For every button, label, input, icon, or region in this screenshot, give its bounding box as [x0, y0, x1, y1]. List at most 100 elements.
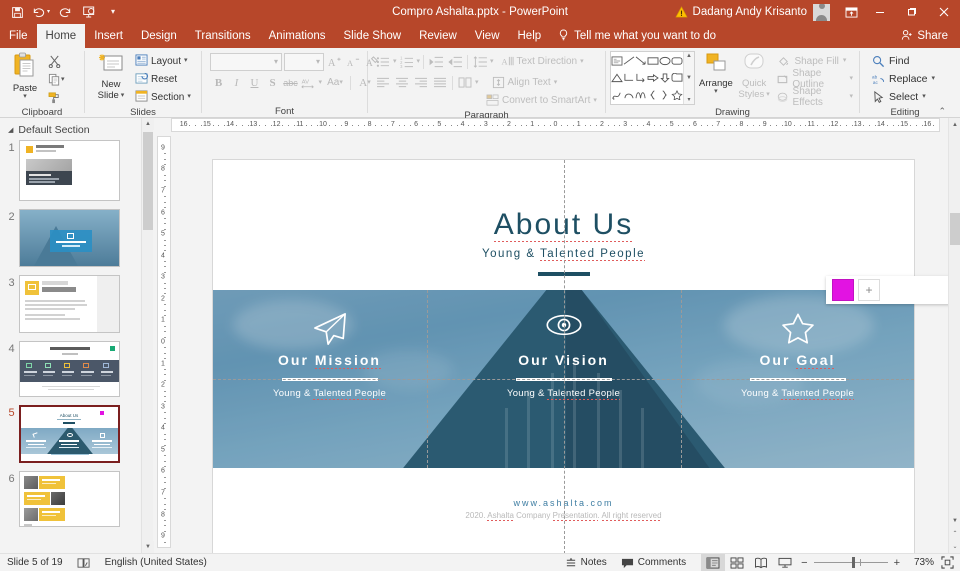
slide-editing-surface[interactable]: About Us Young & Talented People Our Mis…	[213, 160, 914, 554]
tab-transitions[interactable]: Transitions	[186, 24, 260, 48]
thumbnail-slide-6[interactable]	[19, 471, 120, 527]
bullets-dropdown-caret[interactable]: ▾	[393, 58, 397, 65]
slide-area-scrollbar[interactable]: ▲ ▼ ⌃ ⌄	[948, 118, 960, 553]
spell-check-icon[interactable]	[70, 554, 98, 571]
thumbnail-slide-4[interactable]	[19, 341, 120, 397]
thumbnail-item[interactable]: 4	[0, 341, 141, 397]
shape-rectangle[interactable]	[647, 52, 659, 69]
shape-triangle[interactable]	[611, 69, 623, 86]
thumbnail-pane-scrollbar[interactable]: ▲ ▼	[141, 118, 154, 553]
zoom-percentage[interactable]: 73%	[904, 557, 934, 568]
avatar[interactable]	[813, 3, 830, 21]
share-button[interactable]: Share	[893, 24, 960, 48]
zoom-out-button[interactable]: −	[801, 557, 813, 569]
section-button[interactable]: Section ▾	[133, 88, 193, 106]
quick-styles-button[interactable]: Quick Styles ▾	[737, 51, 772, 100]
section-header[interactable]: ◢ Default Section	[0, 118, 141, 140]
shapes-gallery[interactable]: ▲ ▼ ▾	[610, 51, 695, 105]
shape-oval[interactable]	[659, 52, 671, 69]
numbering-dropdown-caret[interactable]: ▾	[417, 58, 421, 65]
thumbnail-scroll-down-icon[interactable]: ▼	[142, 541, 154, 553]
color-swatch[interactable]	[832, 279, 854, 301]
font-size-input[interactable]: ▾	[284, 52, 324, 71]
section-collapse-icon[interactable]: ◢	[8, 126, 13, 134]
increase-indent-button[interactable]	[446, 52, 464, 71]
find-button[interactable]: Find	[869, 52, 912, 70]
thumbnail-slide-5[interactable]: About Us	[19, 405, 120, 463]
text-direction-button[interactable]: A Text Direction ▾	[501, 52, 584, 71]
copy-button[interactable]: ▾	[46, 71, 67, 88]
strikethrough-button[interactable]: abc	[282, 73, 299, 92]
columns-dropdown-caret[interactable]: ▾	[475, 79, 479, 86]
customize-quick-access-toolbar-icon[interactable]: ▾	[102, 2, 124, 22]
shape-effects-button[interactable]: Shape Effects ▾	[775, 86, 855, 108]
redo-icon[interactable]	[54, 2, 76, 22]
shape-star[interactable]	[671, 87, 683, 104]
increase-font-size-button[interactable]: A	[326, 52, 343, 71]
section-dropdown-caret[interactable]: ▾	[187, 93, 191, 100]
collapse-ribbon-icon[interactable]: ⌃	[938, 106, 946, 117]
notes-button[interactable]: Notes	[558, 554, 614, 571]
shapes-more-icon[interactable]: ▾	[687, 96, 690, 103]
vertical-ruler[interactable]: 9 8 7 6 5 4 3 2 1 0 1 2 3 4 5 6 7 8 9	[157, 136, 171, 548]
new-slide-button[interactable]: New Slide ▾	[89, 51, 133, 101]
thumbnail-scrollbar-thumb[interactable]	[143, 132, 153, 230]
shape-rounded-rectangle[interactable]	[671, 52, 683, 69]
select-dropdown-caret[interactable]: ▾	[922, 93, 926, 100]
bullets-button[interactable]	[374, 52, 392, 71]
thumbnail-slide-1[interactable]	[19, 140, 120, 201]
slide-show-button[interactable]	[773, 554, 797, 571]
tab-insert[interactable]: Insert	[85, 24, 132, 48]
tab-design[interactable]: Design	[132, 24, 186, 48]
ribbon-display-options-icon[interactable]	[838, 0, 864, 24]
shape-curve[interactable]	[623, 87, 635, 104]
shape-arc[interactable]	[635, 87, 647, 104]
tab-slide-show[interactable]: Slide Show	[335, 24, 411, 48]
zoom-in-button[interactable]: +	[888, 557, 900, 569]
shape-left-brace[interactable]	[647, 87, 659, 104]
line-spacing-dropdown-caret[interactable]: ▾	[490, 58, 494, 65]
shape-flowchart[interactable]	[671, 69, 683, 86]
fit-slide-to-window-button[interactable]	[934, 556, 960, 569]
thumbnail-item[interactable]: 3	[0, 275, 141, 333]
thumbnail-slide-2[interactable]	[19, 209, 120, 267]
thumbnail-item[interactable]: 2	[0, 209, 141, 267]
line-spacing-button[interactable]	[471, 52, 489, 71]
tab-home[interactable]: Home	[36, 24, 86, 48]
columns-button[interactable]	[456, 73, 474, 92]
new-slide-dropdown-caret[interactable]: ▾	[121, 92, 125, 99]
cut-button[interactable]	[46, 53, 67, 70]
select-button[interactable]: Select ▾	[869, 88, 929, 106]
horizontal-ruler[interactable]: 16 15 14 13 12 11 10 9 8 7 6 5 4 3 2 1 0 1 2 3 4 5 6 7 8 9 10 11 12 1…	[171, 118, 940, 132]
align-center-button[interactable]	[393, 73, 411, 92]
slide-sorter-view-button[interactable]	[725, 554, 749, 571]
color-picker-panel[interactable]: +	[826, 276, 960, 304]
save-icon[interactable]	[6, 2, 28, 22]
zoom-slider[interactable]: − +	[797, 557, 904, 569]
add-color-button[interactable]: +	[858, 279, 880, 301]
bold-button[interactable]: B	[210, 73, 227, 92]
tab-help[interactable]: Help	[509, 24, 551, 48]
underline-button[interactable]: U	[246, 73, 263, 92]
shapes-gallery-scrollbar[interactable]: ▲ ▼ ▾	[683, 52, 694, 104]
thumbnail-slide-3[interactable]	[19, 275, 120, 333]
reading-view-button[interactable]	[749, 554, 773, 571]
italic-button[interactable]: I	[228, 73, 245, 92]
zoom-slider-handle[interactable]	[851, 557, 855, 568]
shape-right-brace[interactable]	[659, 87, 671, 104]
shape-textbox[interactable]	[611, 52, 623, 69]
thumbnail-item[interactable]: 5 About Us	[0, 405, 141, 463]
shape-freeform[interactable]	[611, 87, 623, 104]
slide-counter[interactable]: Slide 5 of 19	[0, 554, 70, 571]
tab-view[interactable]: View	[466, 24, 509, 48]
shape-right-arrow[interactable]	[647, 69, 659, 86]
arrange-dropdown-caret[interactable]: ▾	[714, 88, 718, 95]
align-left-button[interactable]	[374, 73, 392, 92]
change-case-button[interactable]: Aa ▾	[323, 73, 347, 92]
scroll-up-icon[interactable]: ▲	[949, 118, 960, 131]
shape-down-arrow[interactable]	[659, 69, 671, 86]
arrange-button[interactable]: Arrange ▾	[699, 51, 733, 95]
tab-file[interactable]: File	[0, 24, 37, 48]
shape-elbow-arrow-connector[interactable]	[635, 69, 647, 86]
character-spacing-button[interactable]: AV ▾	[300, 73, 322, 92]
